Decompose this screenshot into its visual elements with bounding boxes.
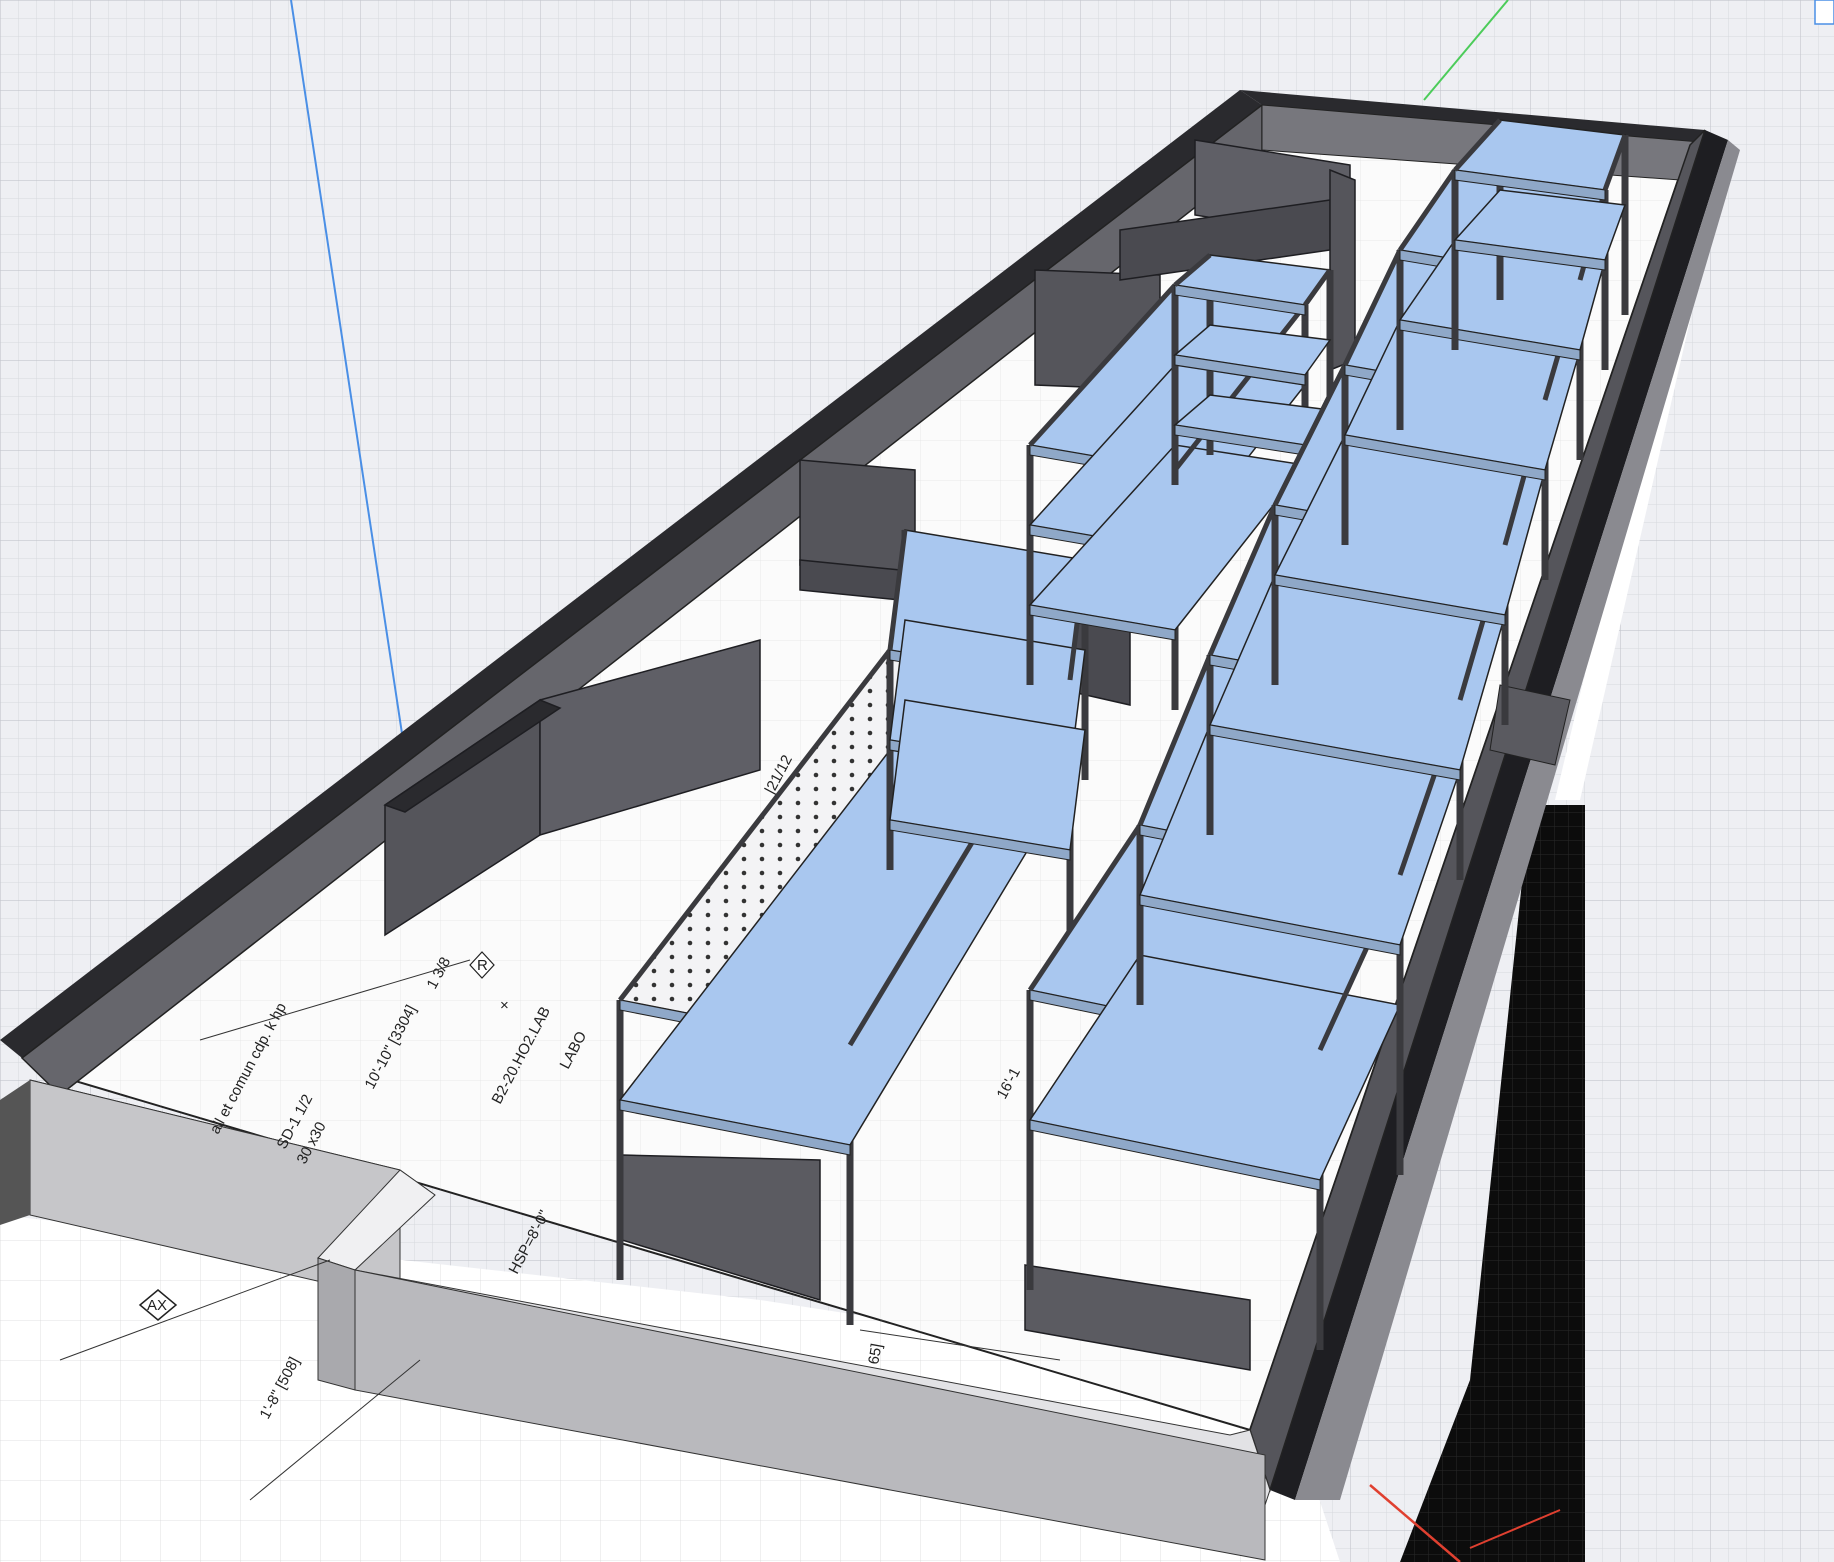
- grid-tag-label: AX: [147, 1297, 167, 1314]
- model-scene[interactable]: B2-20.HO2.LAB LABO 10'-10" [3304] HSP=8'…: [0, 0, 1834, 1562]
- note-e-label: ×: [500, 997, 509, 1014]
- 3d-viewport[interactable]: B2-20.HO2.LAB LABO 10'-10" [3304] HSP=8'…: [0, 0, 1834, 1562]
- tag-r-label: R: [477, 957, 488, 974]
- wall-near-return-face: [317, 1257, 356, 1391]
- dim-small-label: 65]: [865, 1342, 885, 1365]
- corner-marker-icon: [1814, 0, 1834, 25]
- wall-near-end: [0, 1080, 30, 1225]
